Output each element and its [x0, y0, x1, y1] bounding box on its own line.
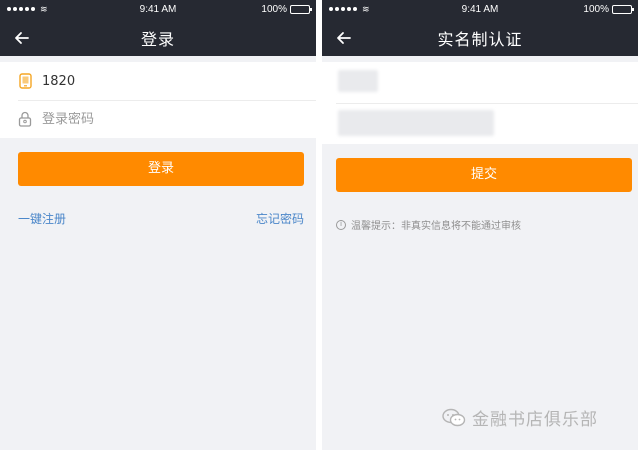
register-link[interactable]: 一键注册 — [18, 210, 66, 227]
divider — [336, 103, 638, 104]
login-links: 一键注册 忘记密码 — [18, 210, 304, 227]
submit-button[interactable]: 提交 — [336, 158, 632, 192]
info-icon: i — [336, 219, 346, 230]
realname-form — [322, 62, 638, 144]
phone-icon — [18, 73, 32, 89]
status-bar: ≋ 9:41 AM 100% — [322, 0, 638, 20]
watermark: 金融书店俱乐部 — [442, 405, 598, 430]
login-form — [0, 62, 316, 138]
back-arrow-icon[interactable] — [12, 28, 32, 48]
login-screen: ≋ 9:41 AM 100% 登录 1820 登录 一键注册 忘记密码 — [0, 0, 316, 450]
warm-tip: i 温馨提示：非真实信息将不能通过审核 — [336, 217, 521, 232]
status-bar: ≋ 9:41 AM 100% — [0, 0, 316, 20]
page-title: 登录 — [140, 30, 175, 49]
password-row — [0, 100, 316, 138]
phone-input[interactable] — [42, 73, 242, 89]
realname-screen: ≋ 9:41 AM 100% 实名制认证 提交 i 温馨提示：非真实信息将不能通… — [322, 0, 638, 450]
lock-icon — [18, 111, 32, 127]
name-field-redacted[interactable] — [338, 70, 378, 92]
login-button[interactable]: 登录 — [18, 152, 304, 186]
battery-icon — [290, 5, 312, 14]
nav-bar: 登录 — [0, 20, 316, 56]
tip-text: 温馨提示：非真实信息将不能通过审核 — [351, 221, 521, 232]
wechat-icon — [442, 408, 466, 426]
battery-percent: 100% — [261, 4, 287, 15]
watermark-text: 金融书店俱乐部 — [472, 410, 598, 430]
battery-icon — [612, 5, 634, 14]
password-input[interactable] — [42, 111, 242, 127]
page-title: 实名制认证 — [437, 30, 523, 49]
battery-percent: 100% — [583, 4, 609, 15]
back-arrow-icon[interactable] — [334, 28, 354, 48]
phone-row — [0, 62, 316, 100]
nav-bar: 实名制认证 — [322, 20, 638, 56]
forgot-password-link[interactable]: 忘记密码 — [256, 210, 304, 227]
id-field-redacted[interactable] — [338, 110, 494, 136]
